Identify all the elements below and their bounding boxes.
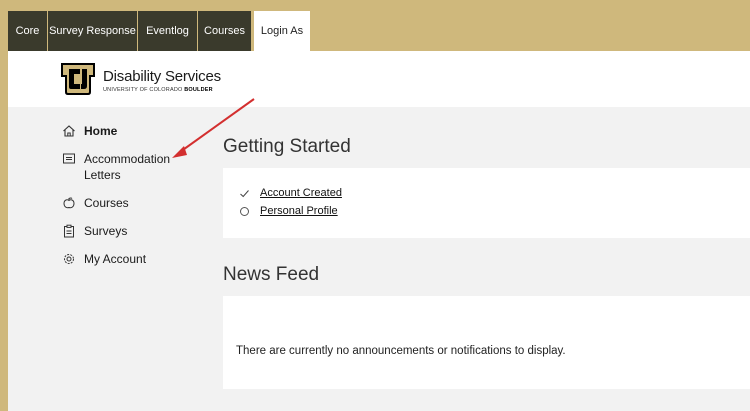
sidebar-item-my-account[interactable]: My Account (62, 251, 146, 267)
sidebar-item-surveys-label: Surveys (84, 224, 128, 238)
letter-icon (63, 153, 75, 164)
tab-login-as[interactable]: Login As (254, 11, 311, 51)
tab-survey-response[interactable]: Survey Response (48, 11, 138, 51)
sidebar-item-accommodation-letters-label: Accommodation Letters (84, 152, 171, 182)
sidebar-item-accommodation-letters[interactable]: Accommodation Letters (62, 151, 182, 183)
checkmark-icon (240, 190, 249, 198)
clipboard-icon (64, 224, 74, 238)
getting-started-heading: Getting Started (223, 136, 351, 157)
top-tab-bar: Core Survey Response Eventlog Courses Lo… (0, 0, 750, 51)
home-icon (63, 125, 75, 137)
news-feed-card: There are currently no announcements or … (223, 296, 750, 389)
sidebar-item-home[interactable]: Home (62, 123, 117, 139)
site-header: Disability Services UNIVERSITY OF COLORA… (8, 51, 750, 107)
page-frame: Disability Services UNIVERSITY OF COLORA… (8, 51, 750, 411)
personal-profile-link[interactable]: Personal Profile (260, 205, 338, 217)
sidebar-item-my-account-label: My Account (84, 252, 147, 266)
cu-logo-icon[interactable] (60, 62, 96, 96)
news-feed-heading: News Feed (223, 264, 320, 285)
tab-courses[interactable]: Courses (198, 11, 252, 51)
gear-icon (64, 254, 74, 264)
sidebar-item-courses[interactable]: Courses (62, 195, 129, 211)
logo-subtitle-bold: BOULDER (184, 87, 213, 93)
empty-circle-icon (240, 207, 249, 216)
tab-eventlog[interactable]: Eventlog (138, 11, 198, 51)
logo-title: Disability Services (103, 68, 221, 85)
news-empty-message: There are currently no announcements or … (236, 345, 566, 357)
sidebar-item-home-label: Home (84, 124, 118, 138)
sidebar-item-surveys[interactable]: Surveys (62, 223, 127, 239)
account-created-link[interactable]: Account Created (260, 187, 342, 199)
sidebar-item-courses-label: Courses (84, 196, 129, 210)
logo-subtitle: UNIVERSITY OF COLORADO BOULDER (103, 87, 213, 93)
getting-started-card: Account Created Personal Profile (223, 168, 750, 238)
logo-subtitle-prefix: UNIVERSITY OF COLORADO (103, 87, 185, 93)
tab-core[interactable]: Core (8, 11, 48, 51)
apple-icon (63, 197, 75, 209)
